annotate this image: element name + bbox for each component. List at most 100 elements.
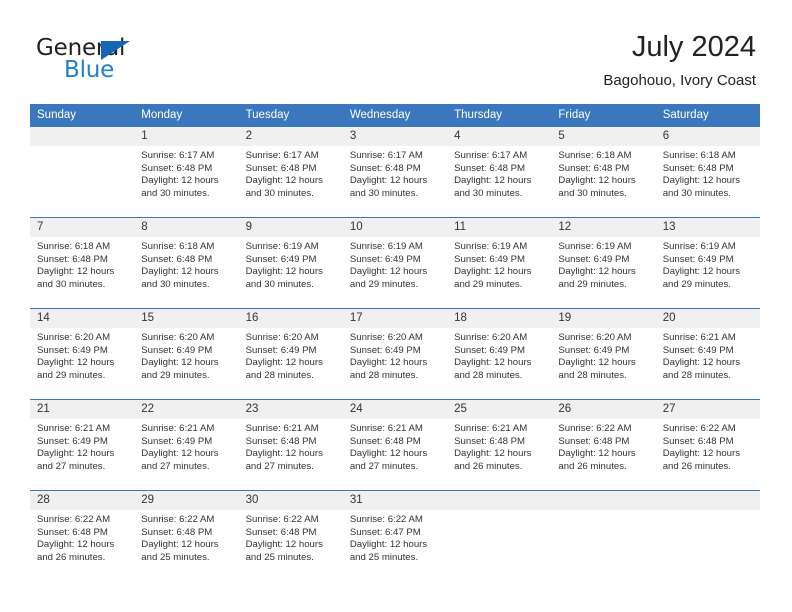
calendar-day-cell[interactable]: 18 Sunrise: 6:20 AM Sunset: 6:49 PM Dayligh… <box>447 308 552 400</box>
day-details: Sunrise: 6:22 AM Sunset: 6:48 PM Daylight:… <box>239 510 343 564</box>
calendar-cell-inner: 14 Sunrise: 6:20 AM Sunset: 6:49 PM Dayligh… <box>30 309 135 399</box>
day-details: Sunrise: 6:22 AM Sunset: 6:47 PM Daylight:… <box>343 510 447 564</box>
sunrise-text: Sunrise: 6:19 AM <box>349 241 423 252</box>
calendar-day-cell[interactable]: 23 Sunrise: 6:21 AM Sunset: 6:48 PM Dayligh… <box>238 399 343 491</box>
sunrise-text: Sunrise: 6:21 AM <box>37 423 111 434</box>
daylight-text: Daylight: 12 hours <box>558 357 636 369</box>
day-number: 18 <box>447 309 552 328</box>
sunrise-text: Sunrise: 6:18 AM <box>558 150 632 161</box>
day-details: Sunrise: 6:20 AM Sunset: 6:49 PM Daylight:… <box>239 328 343 382</box>
calendar-cell-inner: 27 Sunrise: 6:22 AM Sunset: 6:48 PM Dayligh… <box>655 400 760 490</box>
sunrise-text: Sunrise: 6:17 AM <box>454 150 528 161</box>
calendar-cell-inner: 18 Sunrise: 6:20 AM Sunset: 6:49 PM Dayligh… <box>447 309 552 399</box>
calendar-day-cell[interactable]: 4 Sunrise: 6:17 AM Sunset: 6:48 PM Daylight… <box>447 126 552 218</box>
calendar-day-cell[interactable]: 6 Sunrise: 6:18 AM Sunset: 6:48 PM Daylight… <box>655 126 760 218</box>
calendar-day-cell[interactable]: 11 Sunrise: 6:19 AM Sunset: 6:49 PM Dayligh… <box>447 217 552 309</box>
sunset-text: Sunset: 6:48 PM <box>245 162 317 174</box>
calendar-day-cell[interactable]: 10 Sunrise: 6:19 AM Sunset: 6:49 PM Dayligh… <box>342 217 448 309</box>
calendar-day-cell[interactable]: 25 Sunrise: 6:21 AM Sunset: 6:48 PM Dayligh… <box>447 399 552 491</box>
day-number: 27 <box>655 400 760 419</box>
calendar-cell-inner: 16 Sunrise: 6:20 AM Sunset: 6:49 PM Dayligh… <box>238 309 343 399</box>
daylight-text: Daylight: 12 hours <box>37 357 115 369</box>
sunset-text: Sunset: 6:48 PM <box>454 162 526 174</box>
daylight-text: Daylight: 12 hours <box>245 266 323 278</box>
daylight-text: and 27 minutes. <box>37 460 106 472</box>
daylight-text: and 29 minutes. <box>37 369 106 381</box>
sunrise-text: Sunrise: 6:21 AM <box>141 423 215 434</box>
day-number: 25 <box>447 400 552 419</box>
calendar-cell-inner: 4 Sunrise: 6:17 AM Sunset: 6:48 PM Daylight… <box>447 127 552 217</box>
daylight-text: Daylight: 12 hours <box>662 175 741 187</box>
calendar-day-cell[interactable]: 29 Sunrise: 6:22 AM Sunset: 6:48 PM Dayligh… <box>134 490 239 581</box>
daylight-text: Daylight: 12 hours <box>349 357 428 369</box>
sunrise-text: Sunrise: 6:19 AM <box>662 241 736 252</box>
calendar-day-cell[interactable]: 27 Sunrise: 6:22 AM Sunset: 6:48 PM Dayligh… <box>655 399 760 491</box>
sunset-text: Sunset: 6:49 PM <box>245 253 317 265</box>
sunrise-text: Sunrise: 6:17 AM <box>349 150 423 161</box>
calendar-day-cell[interactable]: 1 Sunrise: 6:17 AM Sunset: 6:48 PM Daylight… <box>134 126 239 218</box>
day-details: Sunrise: 6:18 AM Sunset: 6:48 PM Daylight:… <box>30 237 134 291</box>
day-number <box>30 127 135 146</box>
general-blue-logo: General Blue <box>36 36 236 92</box>
sunrise-text: Sunrise: 6:20 AM <box>558 332 632 343</box>
daylight-text: Daylight: 12 hours <box>141 357 219 369</box>
calendar-day-cell[interactable]: 16 Sunrise: 6:20 AM Sunset: 6:49 PM Dayligh… <box>238 308 343 400</box>
calendar-day-cell[interactable]: 24 Sunrise: 6:21 AM Sunset: 6:48 PM Dayligh… <box>342 399 448 491</box>
calendar-day-cell[interactable]: 15 Sunrise: 6:20 AM Sunset: 6:49 PM Dayligh… <box>134 308 239 400</box>
calendar-day-cell[interactable]: 2 Sunrise: 6:17 AM Sunset: 6:48 PM Daylight… <box>238 126 343 218</box>
daylight-text: Daylight: 12 hours <box>454 357 532 369</box>
calendar-day-cell[interactable]: 19 Sunrise: 6:20 AM Sunset: 6:49 PM Dayligh… <box>551 308 656 400</box>
day-number: 19 <box>551 309 656 328</box>
calendar-day-cell[interactable]: 22 Sunrise: 6:21 AM Sunset: 6:49 PM Dayligh… <box>134 399 239 491</box>
calendar-day-cell[interactable]: 5 Sunrise: 6:18 AM Sunset: 6:48 PM Daylight… <box>551 126 656 218</box>
calendar-day-cell[interactable]: 12 Sunrise: 6:19 AM Sunset: 6:49 PM Dayligh… <box>551 217 656 309</box>
calendar-day-cell[interactable]: 26 Sunrise: 6:22 AM Sunset: 6:48 PM Dayligh… <box>551 399 656 491</box>
calendar-week-row: 7 Sunrise: 6:18 AM Sunset: 6:48 PM Daylight… <box>30 217 760 309</box>
calendar-week-row: 14 Sunrise: 6:20 AM Sunset: 6:49 PM Dayligh… <box>30 308 760 400</box>
calendar-day-cell[interactable]: 7 Sunrise: 6:18 AM Sunset: 6:48 PM Daylight… <box>30 217 135 309</box>
daylight-text: Daylight: 12 hours <box>662 448 741 460</box>
calendar-day-cell[interactable]: 17 Sunrise: 6:20 AM Sunset: 6:49 PM Dayligh… <box>342 308 448 400</box>
calendar-cell-inner: 21 Sunrise: 6:21 AM Sunset: 6:49 PM Dayligh… <box>30 400 135 490</box>
sunset-text: Sunset: 6:48 PM <box>141 253 213 265</box>
sunset-text: Sunset: 6:48 PM <box>245 435 317 447</box>
calendar-day-cell[interactable]: 21 Sunrise: 6:21 AM Sunset: 6:49 PM Dayligh… <box>30 399 135 491</box>
daylight-text: and 30 minutes. <box>141 278 210 290</box>
day-number: 6 <box>655 127 760 146</box>
day-details: Sunrise: 6:17 AM Sunset: 6:48 PM Daylight:… <box>134 146 238 200</box>
day-details: Sunrise: 6:21 AM Sunset: 6:48 PM Daylight:… <box>239 419 343 473</box>
calendar-cell-inner: 8 Sunrise: 6:18 AM Sunset: 6:48 PM Daylight… <box>134 218 239 308</box>
calendar-day-cell[interactable]: 31 Sunrise: 6:22 AM Sunset: 6:47 PM Dayligh… <box>342 490 448 581</box>
sunrise-text: Sunrise: 6:18 AM <box>37 241 111 252</box>
calendar-cell-inner <box>551 491 656 581</box>
day-number <box>447 491 552 510</box>
sunset-text: Sunset: 6:49 PM <box>662 344 734 356</box>
day-details: Sunrise: 6:17 AM Sunset: 6:48 PM Daylight:… <box>343 146 447 200</box>
calendar-day-cell[interactable]: 8 Sunrise: 6:18 AM Sunset: 6:48 PM Daylight… <box>134 217 239 309</box>
day-number: 23 <box>238 400 343 419</box>
daylight-text: and 30 minutes. <box>245 187 314 199</box>
day-number: 29 <box>134 491 239 510</box>
calendar-day-cell[interactable]: 20 Sunrise: 6:21 AM Sunset: 6:49 PM Dayligh… <box>655 308 760 400</box>
sunset-text: Sunset: 6:49 PM <box>37 344 108 356</box>
calendar-page: General Blue July 2024 Bagohouo, Ivory C… <box>0 0 792 612</box>
calendar-day-cell[interactable]: 13 Sunrise: 6:19 AM Sunset: 6:49 PM Dayligh… <box>655 217 760 309</box>
sunrise-text: Sunrise: 6:22 AM <box>37 514 111 525</box>
calendar-cell-inner <box>447 491 552 581</box>
calendar-day-cell[interactable]: 9 Sunrise: 6:19 AM Sunset: 6:49 PM Daylight… <box>238 217 343 309</box>
calendar-day-cell[interactable]: 28 Sunrise: 6:22 AM Sunset: 6:48 PM Dayligh… <box>30 490 135 581</box>
day-details: Sunrise: 6:20 AM Sunset: 6:49 PM Daylight:… <box>134 328 238 382</box>
calendar-day-cell[interactable]: 30 Sunrise: 6:22 AM Sunset: 6:48 PM Dayligh… <box>238 490 343 581</box>
day-number: 4 <box>447 127 552 146</box>
calendar-cell-inner: 29 Sunrise: 6:22 AM Sunset: 6:48 PM Dayligh… <box>134 491 239 581</box>
sunrise-text: Sunrise: 6:21 AM <box>349 423 423 434</box>
daylight-text: and 29 minutes. <box>558 278 627 290</box>
sunset-text: Sunset: 6:49 PM <box>349 253 421 265</box>
daylight-text: and 26 minutes. <box>37 551 106 563</box>
day-number: 28 <box>30 491 135 510</box>
sunrise-text: Sunrise: 6:22 AM <box>558 423 632 434</box>
calendar-cell-inner: 2 Sunrise: 6:17 AM Sunset: 6:48 PM Daylight… <box>238 127 343 217</box>
calendar-day-cell[interactable]: 3 Sunrise: 6:17 AM Sunset: 6:48 PM Daylight… <box>342 126 448 218</box>
daylight-text: Daylight: 12 hours <box>558 175 636 187</box>
calendar-day-cell[interactable]: 14 Sunrise: 6:20 AM Sunset: 6:49 PM Dayligh… <box>30 308 135 400</box>
